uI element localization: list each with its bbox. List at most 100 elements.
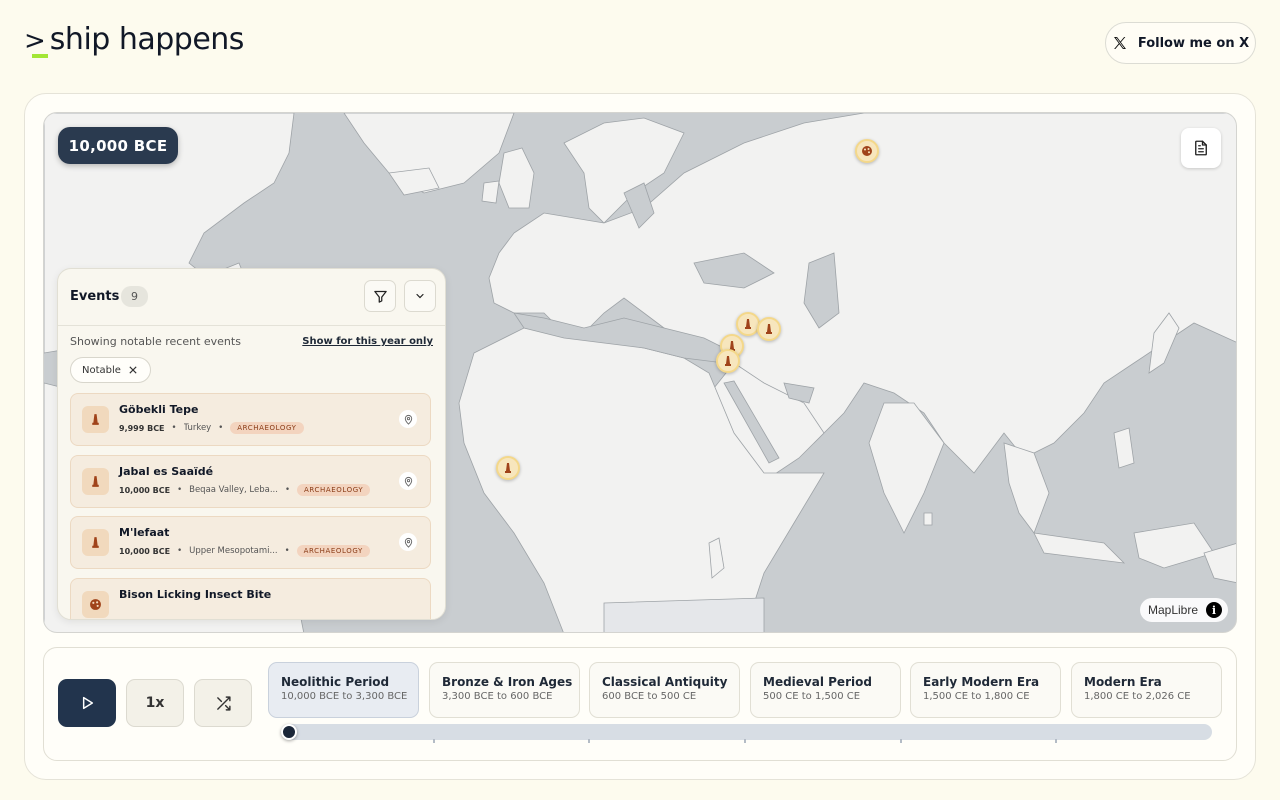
timeline-slider-thumb[interactable] [281,724,297,740]
event-category-tag: ARCHAEOLOGY [296,545,370,557]
era-range: 10,000 BCE to 3,300 BCE [281,691,408,702]
x-logo-icon [1113,37,1126,49]
map-pin-icon [404,414,412,425]
events-count-badge: 9 [121,286,148,307]
era-range: 600 BCE to 500 CE [602,691,697,702]
era-name: Neolithic Period [281,675,390,689]
era-name: Modern Era [1084,675,1162,689]
era-medieval[interactable]: Medieval Period 500 CE to 1,500 CE [750,662,901,718]
info-icon[interactable]: i [1206,602,1222,618]
era-modern[interactable]: Modern Era 1,800 CE to 2,026 CE [1071,662,1222,718]
era-range: 3,300 BCE to 600 BCE [442,691,553,702]
logo-cursor-underline [32,54,48,58]
events-panel: Events 9 Showing notable recent events S… [57,268,446,620]
event-item[interactable]: Bison Licking Insect Bite [70,578,431,619]
follow-on-x-button[interactable]: Follow me on X [1105,22,1256,64]
close-icon[interactable] [129,366,137,374]
era-range: 1,800 CE to 2,026 CE [1084,691,1191,702]
chevron-down-icon [416,293,424,299]
map-marker-archaeology[interactable] [736,312,760,336]
logo-prompt-symbol: > [24,26,46,56]
monument-icon [82,406,109,433]
dot-separator: • [177,546,183,556]
maplibre-attribution[interactable]: MapLibre i [1140,598,1228,622]
locate-on-map-button[interactable] [399,472,417,490]
monument-icon [82,529,109,556]
era-neolithic[interactable]: Neolithic Period 10,000 BCE to 3,300 BCE [268,662,419,718]
map-marker-archaeology[interactable] [757,317,781,341]
filter-icon [373,290,387,303]
map-marker-archaeology[interactable] [496,456,520,480]
event-location: Turkey [183,423,212,433]
era-name: Medieval Period [763,675,872,689]
era-classical[interactable]: Classical Antiquity 600 BCE to 500 CE [589,662,740,718]
era-range: 500 CE to 1,500 CE [763,691,861,702]
monument-icon [82,468,109,495]
showing-text: Showing notable recent events [70,335,241,348]
dot-separator: • [284,546,290,556]
map-marker-archaeology[interactable] [716,349,740,373]
current-year-badge: 10,000 BCE [58,127,178,164]
era-name: Classical Antiquity [602,675,728,689]
slider-tick [588,739,590,743]
monument-icon [505,463,511,473]
notable-filter-chip[interactable]: Notable [70,357,151,383]
locate-on-map-button[interactable] [399,533,417,551]
chip-label: Notable [82,364,121,376]
event-meta: 9,999 BCE • Turkey • ARCHAEOLOGY [119,422,304,434]
event-location: Upper Mesopotami... [189,546,278,556]
dot-separator: • [284,485,290,495]
event-item[interactable]: Jabal es Saaïdé 10,000 BCE • Beqaa Valle… [70,455,431,508]
palette-icon [82,591,109,618]
event-name: Bison Licking Insect Bite [119,588,272,601]
filter-button[interactable] [364,280,396,312]
show-year-only-link[interactable]: Show for this year only [302,336,433,347]
slider-tick [433,739,435,743]
event-year: 10,000 BCE [119,485,171,495]
era-range: 1,500 CE to 1,800 CE [923,691,1030,702]
dot-separator: • [177,485,183,495]
document-button[interactable] [1181,128,1221,168]
event-meta: 10,000 BCE • Upper Mesopotami... • ARCHA… [119,545,370,557]
palette-icon [862,146,872,156]
event-year: 10,000 BCE [119,546,171,556]
slider-tick [900,739,902,743]
event-name: Göbekli Tepe [119,403,199,416]
logo[interactable]: > ship happens [24,22,244,62]
event-meta: 10,000 BCE • Beqaa Valley, Leba... • ARC… [119,484,371,496]
era-bronze-iron[interactable]: Bronze & Iron Ages 3,300 BCE to 600 BCE [429,662,580,718]
dot-separator: • [218,423,224,433]
event-name: Jabal es Saaïdé [119,465,214,478]
event-item[interactable]: M'lefaat 10,000 BCE • Upper Mesopotami..… [70,516,431,569]
logo-text: ship happens [49,22,245,57]
shuffle-icon [216,695,231,711]
events-title: Events [70,289,120,304]
event-name: M'lefaat [119,526,170,539]
map-marker-art[interactable] [855,139,879,163]
locate-on-map-button[interactable] [399,410,417,428]
collapse-button[interactable] [404,280,436,312]
event-category-tag: ARCHAEOLOGY [230,422,304,434]
play-icon [82,696,94,710]
era-name: Early Modern Era [923,675,1040,689]
play-button[interactable] [58,679,116,727]
event-item[interactable]: Göbekli Tepe 9,999 BCE • Turkey • ARCHAE… [70,393,431,446]
monument-icon [766,324,772,334]
map-pin-icon [404,537,412,548]
era-name: Bronze & Iron Ages [442,675,573,689]
slider-tick [1055,739,1057,743]
document-icon [1195,140,1207,156]
shuffle-button[interactable] [194,679,252,727]
map-pin-icon [404,476,412,487]
event-location: Beqaa Valley, Leba... [189,485,278,495]
monument-icon [725,356,731,366]
event-category-tag: ARCHAEOLOGY [296,484,371,496]
events-header: Events 9 [58,269,445,326]
monument-icon [745,319,751,329]
event-year: 9,999 BCE [119,423,165,433]
follow-label: Follow me on X [1137,35,1250,51]
timeline-slider-track[interactable] [281,724,1212,740]
dot-separator: • [171,423,177,433]
era-early-modern[interactable]: Early Modern Era 1,500 CE to 1,800 CE [910,662,1061,718]
speed-button[interactable]: 1x [126,679,184,727]
